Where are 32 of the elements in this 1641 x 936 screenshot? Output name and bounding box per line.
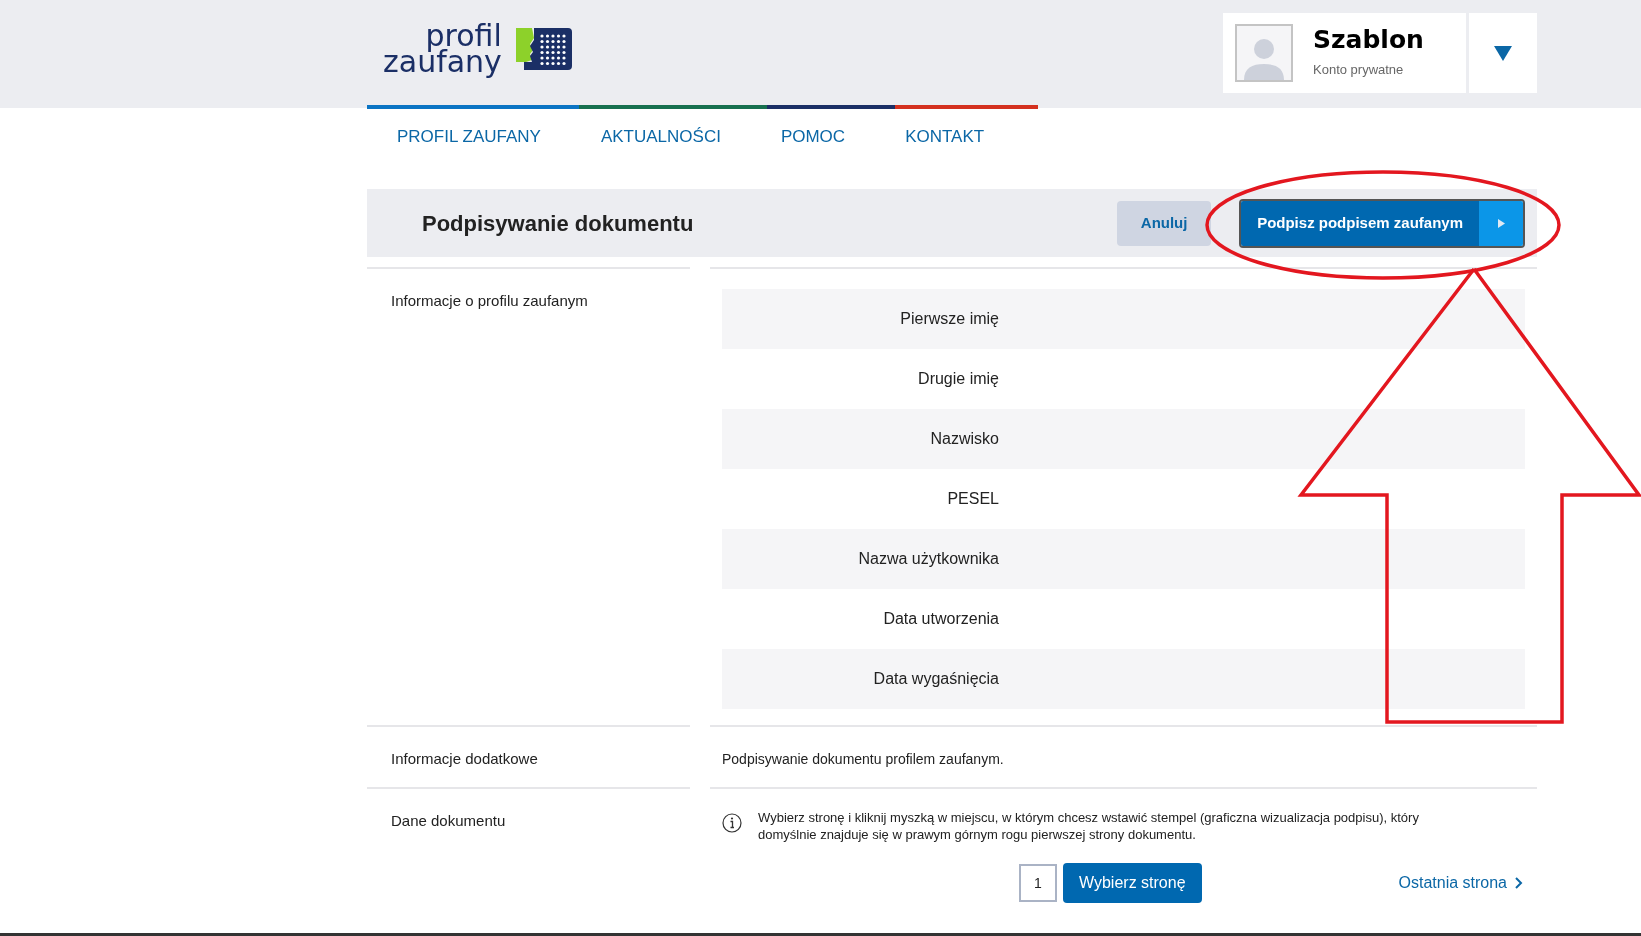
field-label: PESEL (946, 489, 999, 509)
page-number-field[interactable]: 1 (1019, 864, 1057, 902)
sign-button[interactable]: Podpisz podpisem zaufanym (1239, 198, 1525, 248)
caret-icon (1494, 45, 1512, 61)
section-label: Dane dokumentu (391, 812, 506, 829)
choose-page-button[interactable]: Wybierz stronę (1063, 863, 1202, 903)
section-label: Informacje dodatkowe (391, 750, 538, 767)
logo-icon (513, 25, 572, 72)
field-label: Drugie imię (917, 369, 999, 389)
play-icon (1497, 218, 1505, 228)
nav-link[interactable]: KONTAKT (875, 124, 1015, 150)
nav-link[interactable]: AKTUALNOŚCI (570, 124, 751, 150)
last-page-link[interactable]: Ostatnia strona (1398, 871, 1523, 895)
page-title: Podpisywanie dokumentu (422, 209, 695, 238)
field-label: Nazwisko (929, 429, 999, 449)
field-label: Data wygaśnięcia (872, 669, 999, 689)
info-text: Wybierz stronę i kliknij myszką w miejscu, w którym chcesz wstawić stempel (graficzna wizualizacja podpisu), który domyślnie znajduje się w prawym górnym rogu pierwszej strony dokumentu. (758, 809, 1420, 843)
field-label: Data utworzenia (882, 609, 999, 629)
avatar-icon (1235, 24, 1293, 82)
account-name: Szablon (1313, 26, 1424, 52)
nav-link[interactable]: PROFIL ZAUFANY (367, 124, 571, 150)
account-panel[interactable]: Szablon Konto prywatne (1223, 13, 1466, 93)
field-label: Pierwsze imię (899, 309, 999, 329)
section-label: Informacje o profilu zaufanym (391, 292, 588, 309)
account-dropdown-button[interactable] (1469, 13, 1537, 93)
cancel-button[interactable]: Anuluj (1117, 200, 1212, 246)
info-icon (722, 813, 742, 833)
chevron-right-icon (1515, 877, 1523, 889)
field-label: Nazwa użytkownika (857, 549, 999, 569)
info-text: Podpisywanie dokumentu profilem zaufanym. (722, 751, 1004, 767)
account-type: Konto prywatne (1313, 60, 1405, 79)
nav-link[interactable]: POMOC (750, 124, 876, 150)
